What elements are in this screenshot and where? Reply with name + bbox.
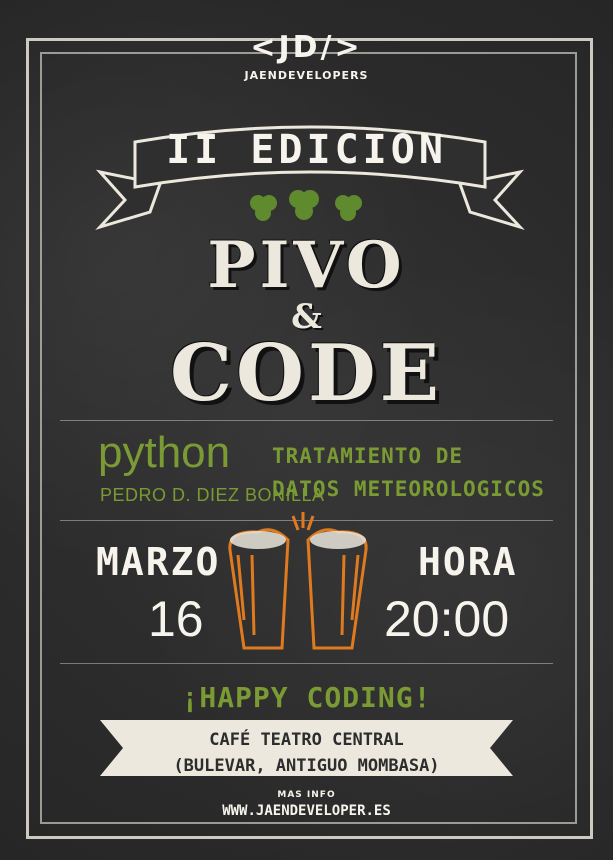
info-label: MAS INFO — [277, 790, 336, 800]
time-value: 20:00 — [384, 591, 510, 647]
time-label: HORA — [418, 540, 518, 584]
info-url[interactable]: WWW.JAENDEVELOPER.ES — [0, 803, 613, 819]
title-code: CODE — [169, 328, 444, 419]
date-day: 16 — [148, 591, 204, 647]
beer-glasses-icon — [228, 512, 368, 650]
title-pivo: PIVO — [207, 228, 406, 303]
venue-address: (BULEVAR, ANTIGUO MOMBASA) — [173, 756, 440, 776]
edition-title: II EDICION — [166, 127, 447, 173]
talk-topic-line1: TRATAMIENTO DE — [272, 444, 464, 468]
event-poster: <JD/> JAENDEVELOPERS II EDICION PIVO & C… — [0, 0, 613, 860]
date-month: MARZO — [96, 540, 221, 584]
logo-name: JAENDEVELOPERS — [244, 69, 369, 82]
divider — [60, 420, 553, 421]
talk-topic-line2: DATOS METEOROLOGICOS — [272, 477, 545, 501]
clover-icon — [250, 190, 362, 221]
divider — [60, 663, 553, 664]
logo-mark: <JD/> — [250, 30, 363, 65]
venue-name: CAFÉ TEATRO CENTRAL — [209, 730, 404, 750]
slogan: ¡HAPPY CODING! — [181, 681, 432, 714]
talk-language: python — [98, 428, 231, 477]
